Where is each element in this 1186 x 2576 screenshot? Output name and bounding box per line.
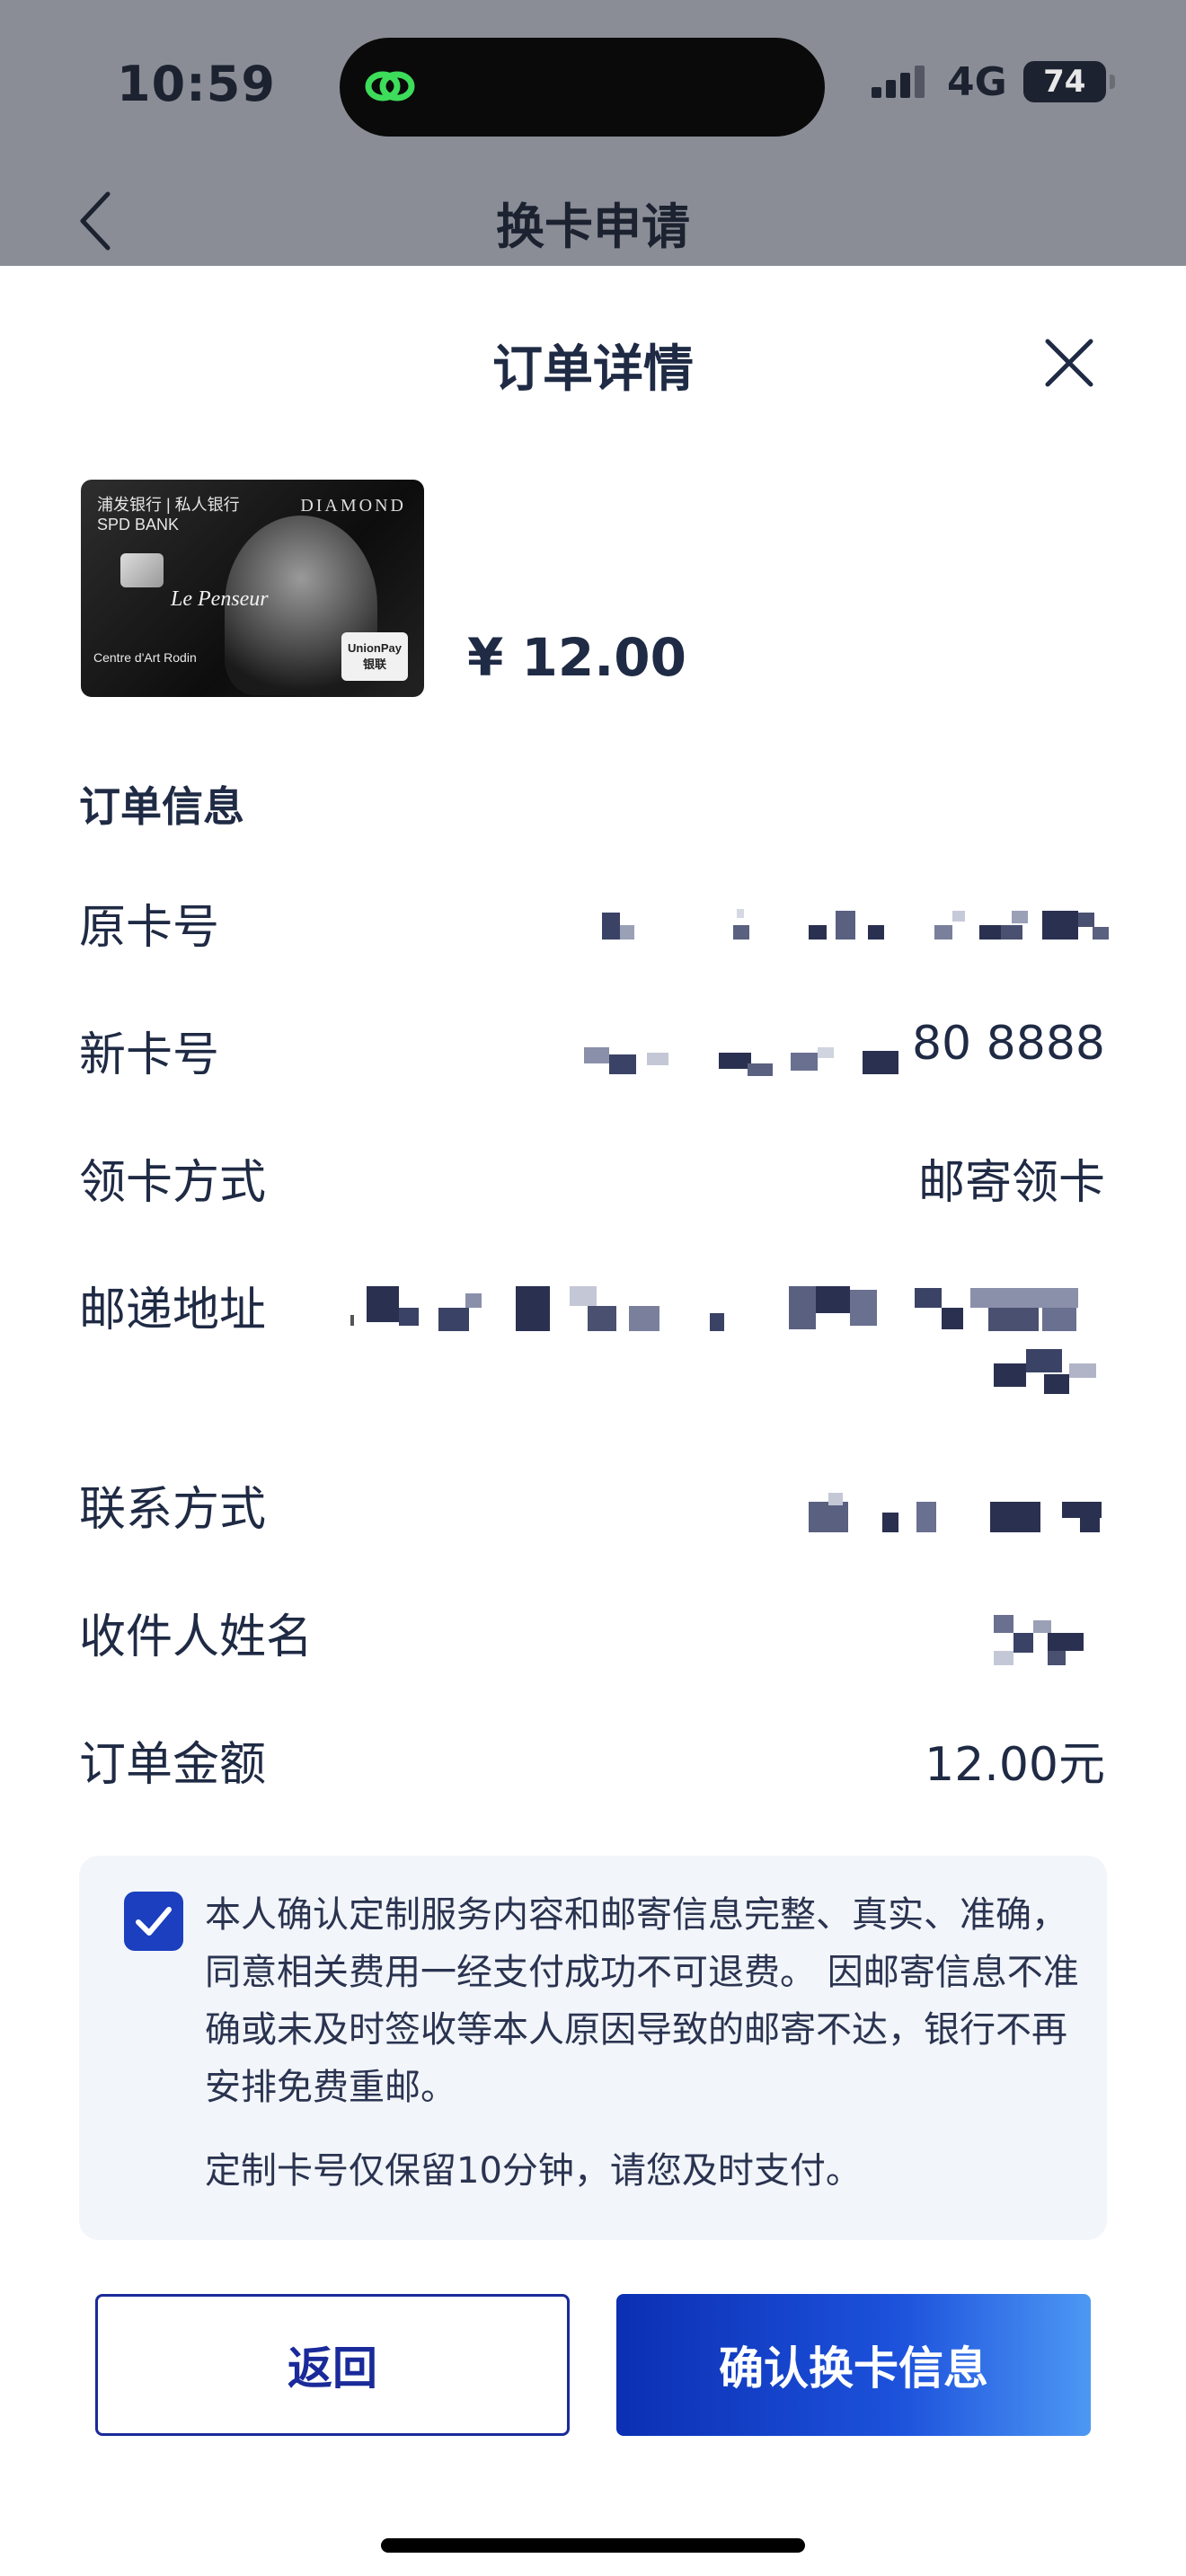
card-image: 浦发银行 | 私人银行 SPD BANK DIAMOND Le Penseur C… — [81, 480, 424, 697]
home-indicator — [381, 2538, 805, 2553]
order-info-title: 订单信息 — [79, 782, 244, 831]
card-tier: DIAMOND — [300, 496, 406, 516]
reservation-hint: 定制卡号仅保留10分钟，请您及时支付。 — [205, 2150, 862, 2192]
sheet-title: 订单详情 — [492, 340, 694, 399]
signal-icon — [870, 62, 931, 101]
battery-level: 74 — [1043, 64, 1086, 100]
agreement-text: 本人确认定制服务内容和邮寄信息完整、真实、准确，同意相关费用一经支付成功不可退费… — [205, 1894, 1079, 2108]
order-price: ¥ 12.00 — [467, 627, 687, 688]
masked-original-card-number — [602, 902, 1120, 948]
agreement-checkbox[interactable] — [124, 1892, 183, 1951]
unionpay-logo: UnionPay 银联 — [341, 632, 408, 681]
status-indicators: 4G 74 — [870, 58, 1115, 105]
order-detail-sheet: 订单详情 浦发银行 | 私人银行 SPD BANK DIAMOND Le Pens… — [0, 266, 1186, 2576]
close-icon[interactable] — [1042, 336, 1096, 390]
row-label-new-card: 新卡号 — [79, 1028, 220, 1082]
background-page-header: 10:59 4G 74 换卡申请 — [0, 0, 1186, 266]
confirm-button[interactable]: 确认换卡信息 — [616, 2294, 1091, 2436]
order-amount-value: 12.00元 — [925, 1738, 1105, 1792]
museum-logo: Centre d'Art Rodin — [93, 650, 197, 665]
link-icon — [365, 71, 415, 101]
delivery-method-value: 邮寄领卡 — [917, 1156, 1105, 1210]
back-button[interactable]: 返回 — [95, 2294, 570, 2436]
masked-mailing-address — [350, 1281, 1120, 1416]
confirmation-notice: 本人确认定制服务内容和邮寄信息完整、真实、准确，同意相关费用一经支付成功不可退费… — [79, 1856, 1107, 2240]
card-chip — [120, 553, 164, 587]
checkmark-icon — [136, 1907, 172, 1936]
masked-new-card-number — [584, 1037, 916, 1083]
row-label-amount: 订单金额 — [79, 1738, 267, 1792]
card-script: Le Penseur — [171, 587, 269, 611]
masked-recipient-name — [994, 1615, 1120, 1669]
dynamic-island — [340, 38, 825, 137]
row-label-recipient: 收件人姓名 — [79, 1610, 314, 1664]
network-label: 4G — [947, 58, 1007, 105]
status-time: 10:59 — [117, 56, 276, 112]
new-card-number-tail: 80 8888 — [911, 1017, 1105, 1071]
masked-contact-number — [805, 1487, 1120, 1538]
battery-icon: 74 — [1022, 61, 1115, 102]
row-label-contact: 联系方式 — [79, 1483, 267, 1537]
row-label-address: 邮递地址 — [79, 1284, 267, 1337]
bank-logo: 浦发银行 | 私人银行 SPD BANK — [97, 496, 240, 534]
background-page-title: 换卡申请 — [496, 198, 690, 255]
row-label-delivery-method: 领卡方式 — [79, 1156, 267, 1210]
row-label-original-card: 原卡号 — [79, 901, 220, 955]
